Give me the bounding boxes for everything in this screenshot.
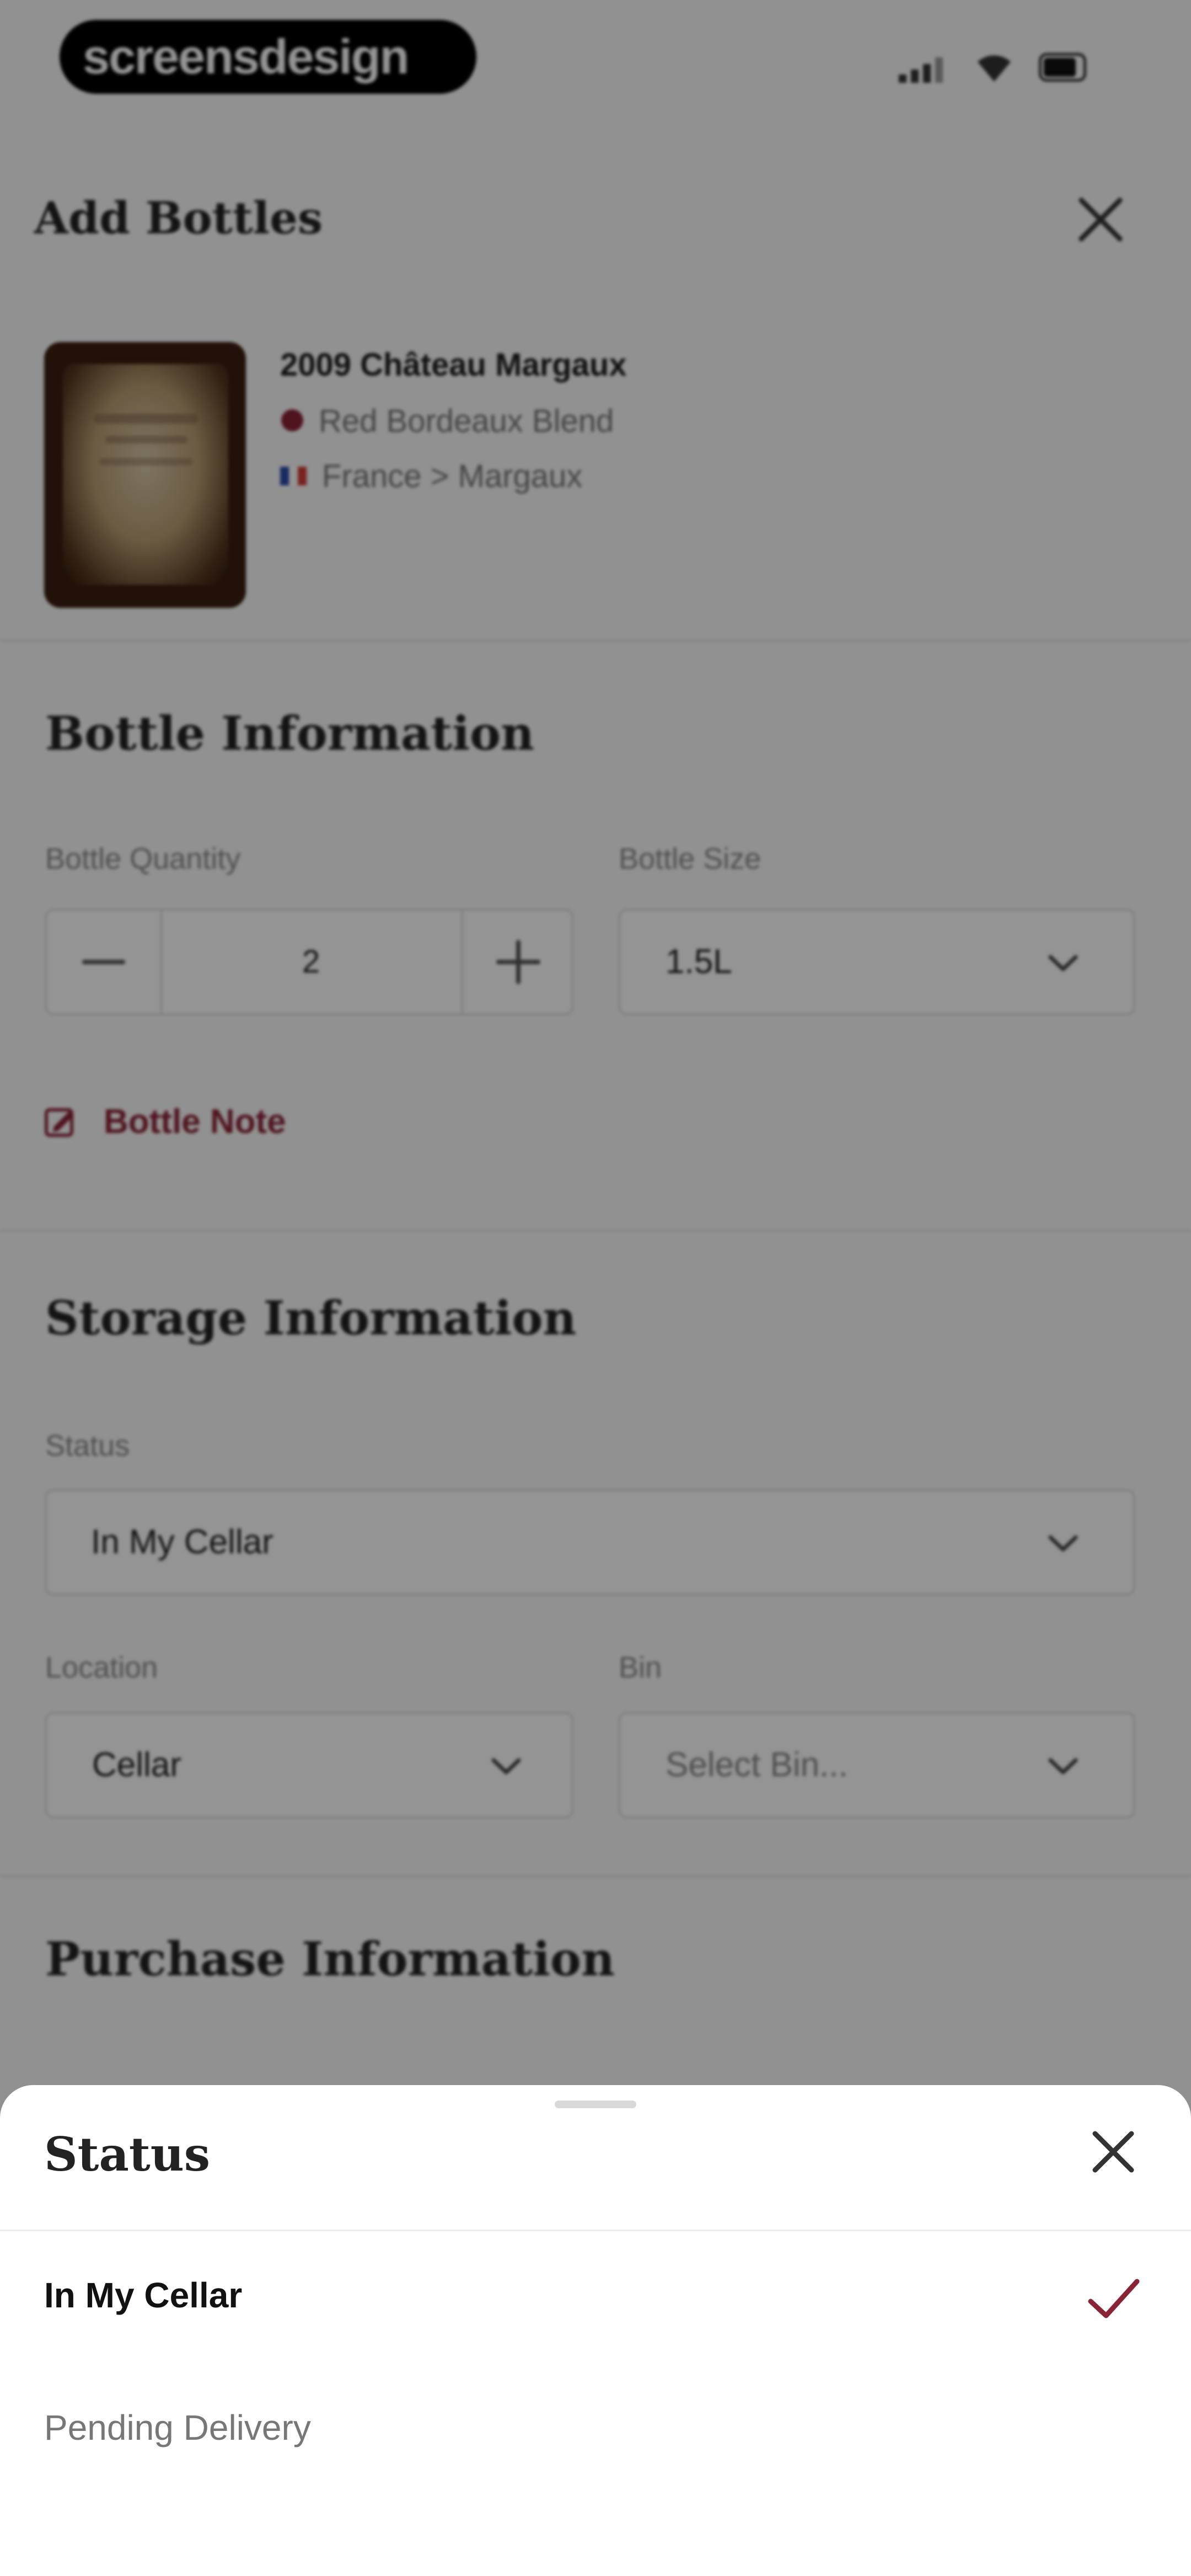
sheet-title: Status (44, 2127, 211, 2182)
status-option-pending-delivery[interactable]: Pending Delivery (0, 2377, 1191, 2488)
status-bottom-sheet: Status In My Cellar Pending Delivery (0, 2085, 1191, 2576)
sheet-divider (0, 2230, 1191, 2231)
screen: screensdesign Add Bottles 2009 Château M… (0, 0, 1191, 2576)
status-option-label: In My Cellar (44, 2275, 243, 2315)
status-option-in-my-cellar[interactable]: In My Cellar (0, 2245, 1191, 2355)
sheet-close-button[interactable] (1083, 2121, 1144, 2182)
close-icon (1092, 2131, 1134, 2173)
sheet-drag-handle[interactable] (555, 2101, 636, 2108)
status-option-label: Pending Delivery (44, 2408, 311, 2447)
checkmark-icon (1088, 2279, 1140, 2318)
